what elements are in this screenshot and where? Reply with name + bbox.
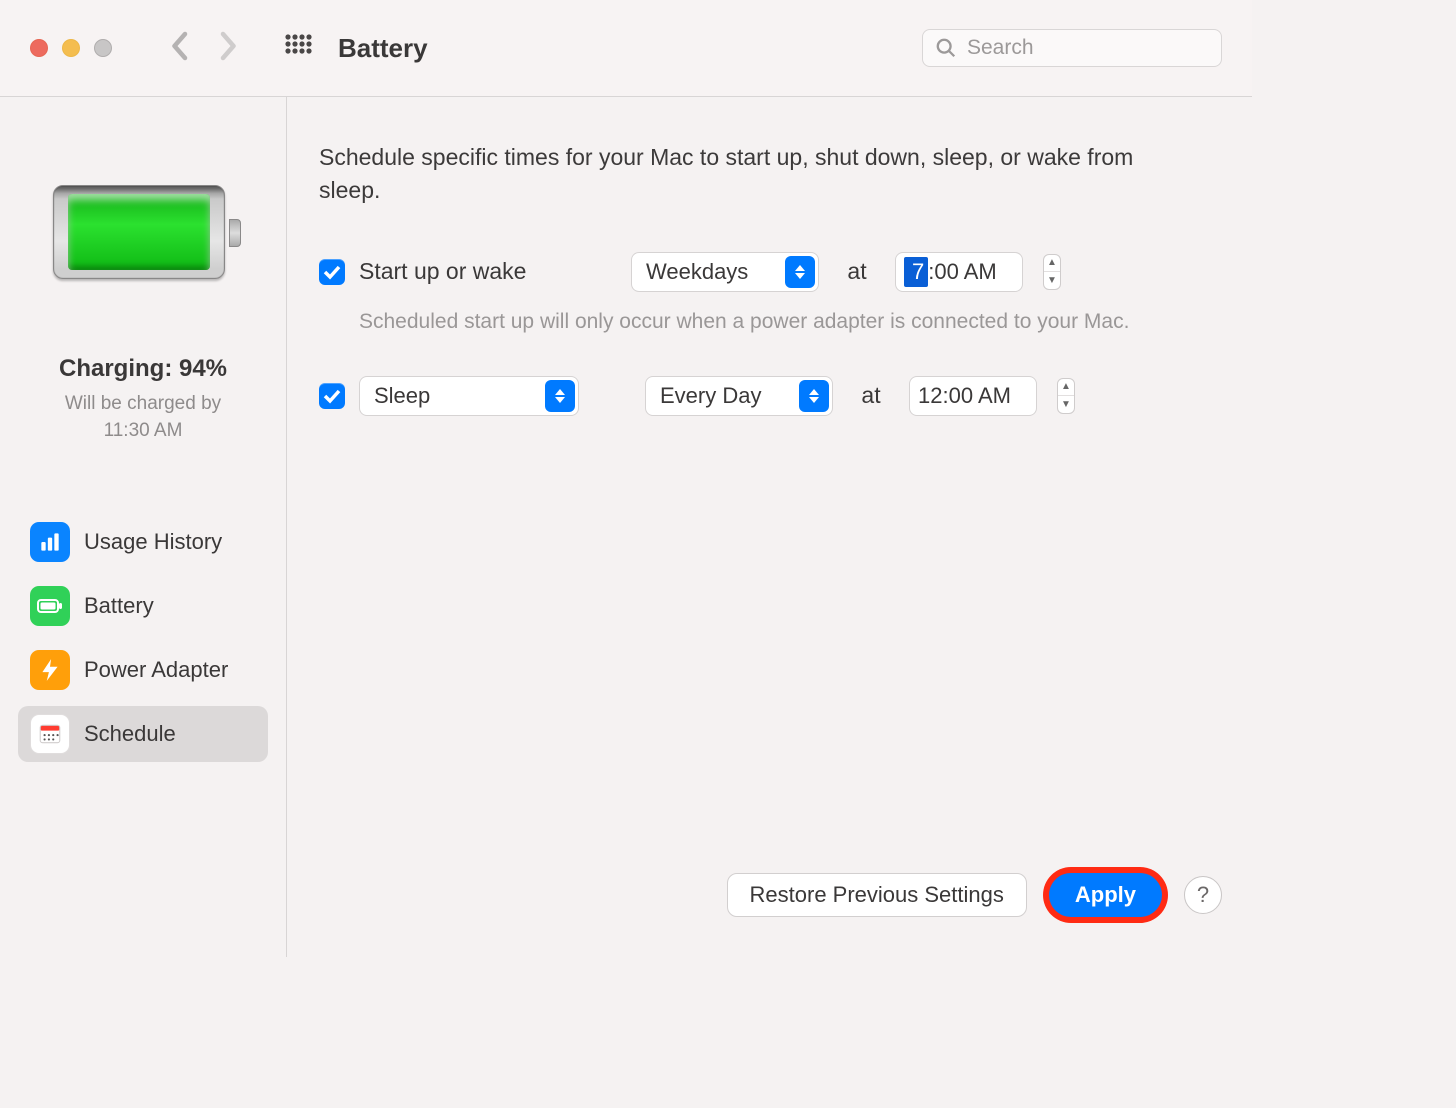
startup-hint: Scheduled start up will only occur when … <box>359 310 1192 334</box>
chevron-updown-icon <box>785 256 815 288</box>
sidebar-nav: Usage History Battery Power Adapter <box>18 514 268 762</box>
shutdown-day-value: Every Day <box>660 383 761 409</box>
show-all-grid-icon[interactable] <box>284 33 314 63</box>
power-adapter-icon <box>30 650 70 690</box>
at-label: at <box>847 382 895 409</box>
startup-checkbox[interactable] <box>319 259 345 285</box>
shutdown-checkbox[interactable] <box>319 383 345 409</box>
back-button[interactable] <box>168 31 190 66</box>
search-placeholder: Search <box>967 36 1034 60</box>
startup-time-stepper[interactable]: ▲ ▼ <box>1043 254 1061 290</box>
shutdown-day-select[interactable]: Every Day <box>645 376 833 416</box>
stepper-down-icon: ▼ <box>1044 272 1060 289</box>
sidebar-item-label: Schedule <box>84 721 176 747</box>
footer-buttons: Restore Previous Settings Apply ? <box>727 867 1222 923</box>
stepper-up-icon: ▲ <box>1058 379 1074 397</box>
startup-day-select[interactable]: Weekdays <box>631 252 819 292</box>
close-window-button[interactable] <box>30 39 48 57</box>
chevron-updown-icon <box>545 380 575 412</box>
sidebar-item-label: Battery <box>84 593 154 619</box>
shutdown-time-value: 12:00 AM <box>918 383 1011 409</box>
apply-button[interactable]: Apply <box>1049 873 1162 917</box>
titlebar: Battery Search <box>0 0 1252 97</box>
stepper-up-icon: ▲ <box>1044 255 1060 273</box>
window-controls <box>30 39 112 57</box>
shutdown-time-stepper[interactable]: ▲ ▼ <box>1057 378 1075 414</box>
shutdown-action-select[interactable]: Sleep <box>359 376 579 416</box>
shutdown-row: Sleep Every Day at 12:00 AM ▲ ▼ <box>319 376 1192 416</box>
nav-arrows <box>168 31 240 66</box>
sidebar: Charging: 94% Will be charged by 11:30 A… <box>0 97 287 957</box>
schedule-icon <box>30 714 70 754</box>
startup-row: Start up or wake Weekdays at 7:00 AM ▲ ▼ <box>319 252 1192 292</box>
battery-icon <box>30 586 70 626</box>
charging-status: Charging: 94% <box>18 355 268 383</box>
startup-day-value: Weekdays <box>646 259 748 285</box>
at-label: at <box>833 258 881 285</box>
minimize-window-button[interactable] <box>62 39 80 57</box>
startup-time-input[interactable]: 7:00 AM <box>895 252 1023 292</box>
search-input[interactable]: Search <box>922 29 1222 67</box>
intro-text: Schedule specific times for your Mac to … <box>319 141 1139 208</box>
sidebar-item-battery[interactable]: Battery <box>18 578 268 634</box>
shutdown-time-input[interactable]: 12:00 AM <box>909 376 1037 416</box>
stepper-down-icon: ▼ <box>1058 396 1074 413</box>
chevron-updown-icon <box>799 380 829 412</box>
sidebar-item-label: Power Adapter <box>84 657 228 683</box>
restore-previous-settings-button[interactable]: Restore Previous Settings <box>727 873 1027 917</box>
apply-highlight-ring: Apply <box>1043 867 1168 923</box>
page-title: Battery <box>338 33 428 64</box>
battery-figure <box>53 185 233 285</box>
main-panel: Schedule specific times for your Mac to … <box>287 97 1252 957</box>
sidebar-item-label: Usage History <box>84 529 222 555</box>
sidebar-item-usage-history[interactable]: Usage History <box>18 514 268 570</box>
shutdown-action-value: Sleep <box>374 383 430 409</box>
usage-history-icon <box>30 522 70 562</box>
startup-label: Start up or wake <box>359 258 617 285</box>
forward-button[interactable] <box>218 31 240 66</box>
startup-time-hour-selected: 7 <box>904 257 928 287</box>
zoom-window-button[interactable] <box>94 39 112 57</box>
sidebar-item-power-adapter[interactable]: Power Adapter <box>18 642 268 698</box>
charging-substatus: Will be charged by 11:30 AM <box>18 391 268 444</box>
sidebar-item-schedule[interactable]: Schedule <box>18 706 268 762</box>
search-icon <box>935 37 957 59</box>
help-button[interactable]: ? <box>1184 876 1222 914</box>
